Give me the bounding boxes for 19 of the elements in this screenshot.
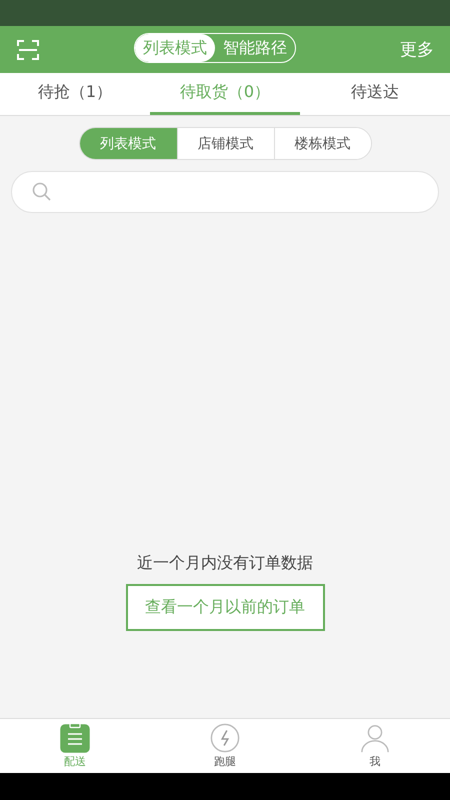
nav-item[interactable]: 配送 xyxy=(0,719,150,773)
more-link[interactable]: 更多 xyxy=(400,38,434,61)
nav-item[interactable]: 我 xyxy=(300,719,450,773)
search-field[interactable] xyxy=(11,171,439,213)
status-tab[interactable]: 待送达 xyxy=(300,73,450,115)
search-icon xyxy=(32,182,52,202)
mode-tab[interactable]: 列表模式 xyxy=(135,34,215,62)
older-orders-button[interactable]: 查看一个月以前的订单 xyxy=(126,584,324,631)
empty-message: 近一个月内没有订单数据 xyxy=(137,553,313,574)
status-tab[interactable]: 待抢（1） xyxy=(0,73,150,115)
mode-tab[interactable]: 智能路径 xyxy=(215,34,295,62)
status-tab[interactable]: 待取货（0） xyxy=(150,73,300,115)
view-mode-tab[interactable]: 楼栋模式 xyxy=(274,128,370,159)
lightning-icon xyxy=(210,723,240,753)
view-mode-tab[interactable]: 列表模式 xyxy=(80,128,176,159)
scan-icon[interactable] xyxy=(16,38,40,62)
person-icon xyxy=(360,723,390,753)
nav-item[interactable]: 跑腿 xyxy=(150,719,300,773)
clipboard-icon xyxy=(60,723,90,753)
